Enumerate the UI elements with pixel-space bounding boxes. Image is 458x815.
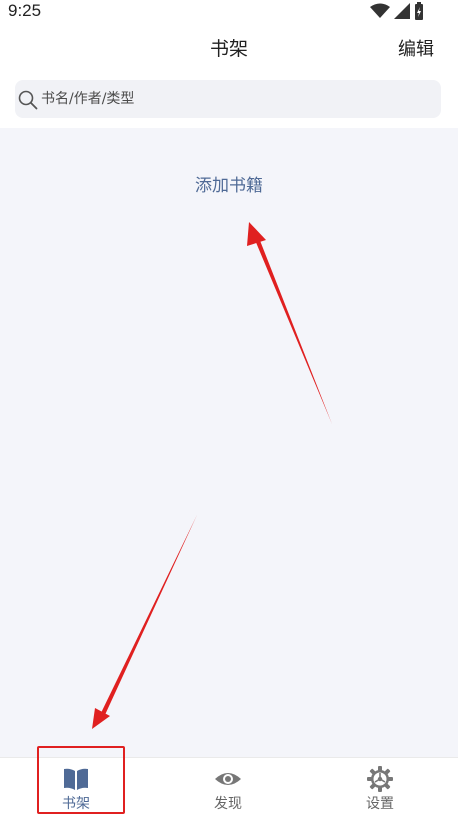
battery-icon [415, 2, 423, 20]
annotation-highlight-box [37, 746, 125, 814]
nav-tab-discover[interactable]: 发现 [152, 758, 304, 815]
eye-icon [215, 773, 241, 785]
status-time: 9:25 [8, 1, 42, 20]
page-title: 书架 [209, 38, 248, 60]
search-icon [18, 90, 38, 110]
status-icons [370, 2, 424, 20]
bookshelf-content: 添加书籍 [0, 128, 458, 757]
search-input[interactable] [41, 80, 421, 118]
gear-icon [367, 766, 393, 792]
header: 书架 编辑 [0, 24, 458, 74]
search-bar [0, 74, 458, 128]
signal-icon [394, 3, 410, 19]
status-bar: 9:25 [0, 0, 458, 24]
search-box[interactable] [15, 80, 441, 118]
nav-label-settings: 设置 [366, 796, 394, 812]
edit-button[interactable]: 编辑 [398, 35, 434, 61]
wifi-icon [370, 3, 390, 18]
nav-label-discover: 发现 [214, 796, 242, 812]
add-books-link[interactable]: 添加书籍 [0, 171, 458, 196]
nav-tab-settings[interactable]: 设置 [304, 758, 456, 815]
